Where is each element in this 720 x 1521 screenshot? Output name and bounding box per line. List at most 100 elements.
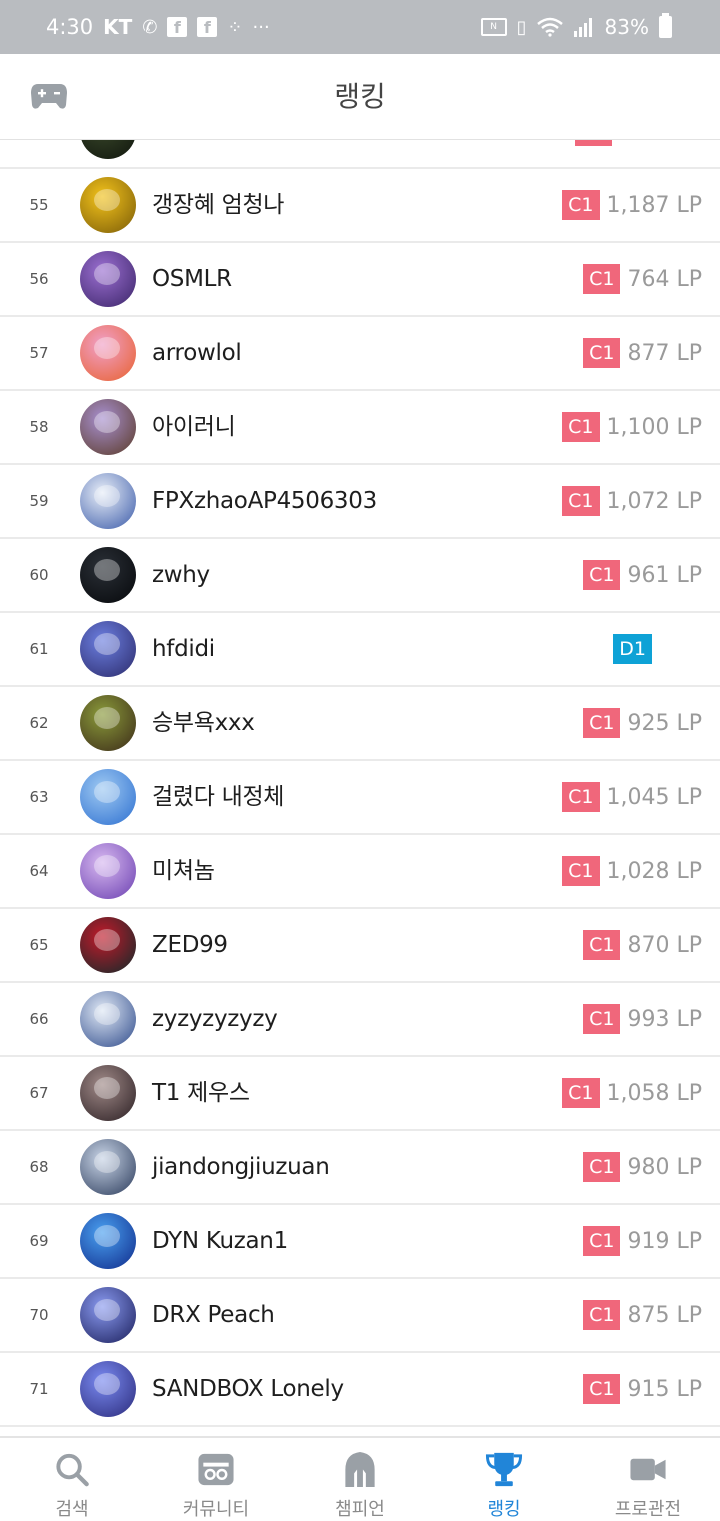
league-points: 1,187 LP (606, 192, 703, 218)
tier-badge: C1 (562, 782, 600, 812)
player-name: 갱장혜 엄청나 (152, 192, 285, 218)
player-avatar (80, 251, 136, 307)
tier-badge: C1 (562, 856, 600, 886)
wifi-icon (536, 17, 563, 37)
tier-badge: C1 (574, 140, 612, 146)
league-points: 1,028 LP (606, 858, 703, 884)
tier-info: C1 980 LP (583, 1131, 702, 1203)
tier-info: C1 1,100 LP (562, 391, 702, 463)
tier-info: C1 (574, 140, 612, 167)
rank-number: 66 (29, 1010, 49, 1028)
nav-label-search: 검색 (55, 1499, 89, 1520)
ranking-row[interactable]: 66 zyzyzyzyzy C1 993 LP (0, 983, 720, 1057)
rank-number: 68 (29, 1158, 49, 1176)
tier-badge: C1 (562, 1078, 600, 1108)
nav-item-search[interactable]: 검색 (0, 1438, 144, 1521)
ranking-row[interactable]: 60 zwhy C1 961 LP (0, 539, 720, 613)
player-name: DYN Kuzan1 (152, 1228, 288, 1254)
video-camera-icon (630, 1458, 666, 1481)
player-name: T1 제우스 (152, 1080, 250, 1106)
tier-info: C1 1,058 LP (562, 1057, 702, 1129)
player-name: 승부욕xxx (152, 710, 255, 736)
tier-badge: C1 (583, 930, 621, 960)
player-name: FPXzhaoAP4506303 (152, 488, 377, 514)
rank-number: 59 (29, 492, 49, 510)
ranking-row[interactable]: 65 ZED99 C1 870 LP (0, 909, 720, 983)
nav-item-champion[interactable]: 챔피언 (288, 1438, 432, 1521)
nav-item-ranking[interactable]: 랭킹 (432, 1438, 576, 1521)
ranking-row[interactable]: 57 arrowlol C1 877 LP (0, 317, 720, 391)
ranking-row[interactable]: 61 hfdidi D1 (0, 613, 720, 687)
tier-info: D1 (613, 613, 652, 685)
tier-info: C1 764 LP (583, 243, 702, 315)
status-bar: 4:30 KT ✆ f f ⁘ ··· N ▯ 83% (0, 0, 720, 54)
nfc-icon: N (480, 18, 507, 36)
league-points: 875 LP (627, 1302, 702, 1328)
tier-info: C1 1,187 LP (562, 169, 702, 241)
player-avatar (80, 769, 136, 825)
ranking-row[interactable]: 55 갱장혜 엄청나 C1 1,187 LP (0, 169, 720, 243)
tier-badge: C1 (583, 1374, 621, 1404)
tier-info: C1 961 LP (583, 539, 702, 611)
page-title: 랭킹 (334, 80, 386, 113)
nav-item-pro-spectate[interactable]: 프로관전 (576, 1438, 720, 1521)
player-name: zyzyzyzyzy (152, 1006, 278, 1032)
tier-badge: C1 (562, 190, 600, 220)
ranking-row[interactable]: 62 승부욕xxx C1 925 LP (0, 687, 720, 761)
tier-info: C1 877 LP (583, 317, 702, 389)
ranking-row[interactable]: 68 jiandongjiuzuan C1 980 LP (0, 1131, 720, 1205)
ranking-row[interactable]: 64 미쳐놈 C1 1,028 LP (0, 835, 720, 909)
tier-info: C1 1,028 LP (562, 835, 702, 907)
tier-badge: C1 (583, 1004, 621, 1034)
player-name: 미쳐놈 (152, 858, 215, 884)
search-icon (56, 1453, 89, 1487)
ranking-row[interactable]: 63 걸렸다 내정체 C1 1,045 LP (0, 761, 720, 835)
player-avatar (80, 917, 136, 973)
vibrate-icon: ▯ (516, 16, 527, 38)
player-name: arrowlol (152, 340, 242, 366)
tier-info: C1 915 LP (583, 1353, 702, 1425)
champion-helmet-icon (345, 1451, 375, 1488)
player-name: jiandongjiuzuan (152, 1154, 330, 1180)
rank-number: 60 (29, 566, 49, 584)
ranking-row[interactable]: 67 T1 제우스 C1 1,058 LP (0, 1057, 720, 1131)
battery-icon (659, 13, 672, 38)
player-name: zwhy (152, 562, 210, 588)
rank-number: 63 (29, 788, 49, 806)
app-header: 랭킹 (0, 54, 720, 140)
player-name: 아이러니 (152, 414, 236, 440)
player-avatar (80, 1287, 136, 1343)
ranking-row[interactable]: 69 DYN Kuzan1 C1 919 LP (0, 1205, 720, 1279)
facebook-icon: f (167, 17, 188, 37)
tier-info: C1 1,072 LP (562, 465, 702, 537)
league-points: 1,058 LP (606, 1080, 703, 1106)
nav-label-champion: 챔피언 (335, 1499, 385, 1520)
tier-info: C1 875 LP (583, 1279, 702, 1351)
player-name: ZED99 (152, 932, 228, 958)
rank-number: 70 (29, 1306, 49, 1324)
missed-call-icon: ✆ (142, 16, 158, 38)
ranking-list-inner: C155갱장혜 엄청나C11,187 LP56OSMLRC1764 LP57ar… (0, 140, 720, 1427)
player-name: SANDBOX Lonely (152, 1376, 344, 1402)
league-points: 919 LP (627, 1228, 702, 1254)
nav-item-community[interactable]: 커뮤니티 (144, 1438, 288, 1521)
ranking-row[interactable]: 70 DRX Peach C1 875 LP (0, 1279, 720, 1353)
league-points: 915 LP (627, 1376, 702, 1402)
facebook-icon: f (197, 17, 218, 37)
player-name: DRX Peach (152, 1302, 275, 1328)
player-avatar (80, 399, 136, 455)
tier-info: C1 870 LP (583, 909, 702, 981)
ranking-row[interactable]: 59 FPXzhaoAP4506303 C1 1,072 LP (0, 465, 720, 539)
ranking-row[interactable]: 58 아이러니 C1 1,100 LP (0, 391, 720, 465)
ranking-row[interactable]: C1 (0, 140, 720, 169)
player-avatar (80, 140, 136, 159)
player-avatar (80, 325, 136, 381)
ranking-row[interactable]: 71 SANDBOX Lonely C1 915 LP (0, 1353, 720, 1427)
player-avatar (80, 621, 136, 677)
player-avatar (80, 1361, 136, 1417)
ranking-row[interactable]: 56 OSMLR C1 764 LP (0, 243, 720, 317)
more-dots-icon: ··· (252, 16, 270, 38)
player-avatar (80, 843, 136, 899)
status-bar-right: N ▯ 83% (480, 13, 672, 39)
ranking-list[interactable]: C155갱장혜 엄청나C11,187 LP56OSMLRC1764 LP57ar… (0, 140, 720, 1436)
